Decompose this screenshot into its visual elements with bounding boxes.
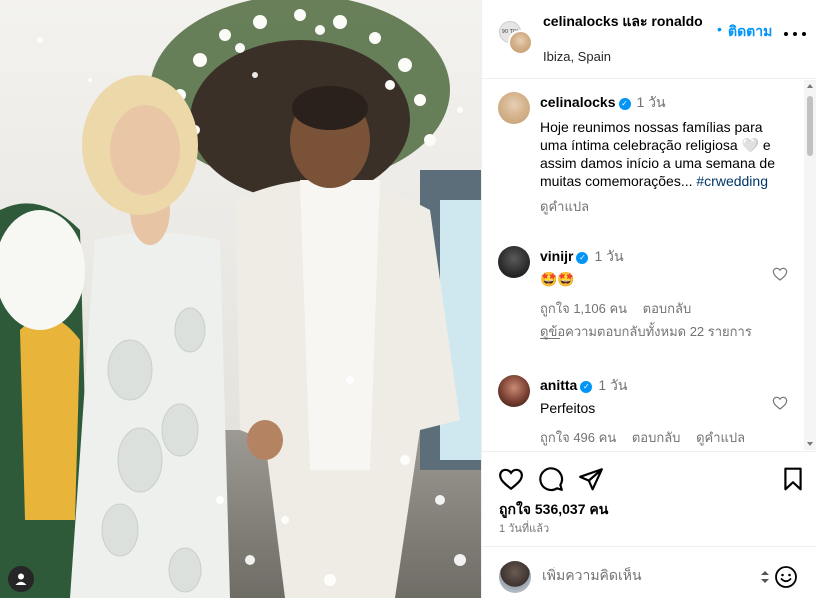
post-photo[interactable] bbox=[0, 0, 481, 598]
heart-icon[interactable] bbox=[498, 466, 524, 492]
comment-item: anitta ✓ 1 วัน Perfeitos ถูกใจ 496 คน ตอบก… bbox=[498, 375, 798, 445]
scrollbar-thumb[interactable] bbox=[807, 96, 813, 156]
comment-time[interactable]: 1 วัน bbox=[637, 94, 666, 110]
translate-link[interactable]: ดูคำแปล bbox=[696, 430, 745, 445]
scroll-down-icon[interactable] bbox=[807, 442, 813, 446]
scroll-up-icon[interactable] bbox=[807, 84, 813, 88]
post-timestamp[interactable]: 1 วันที่แล้ว bbox=[499, 519, 549, 537]
avatar[interactable] bbox=[498, 246, 530, 278]
paper-plane-icon[interactable] bbox=[578, 466, 604, 492]
post-side-panel: 90 TOI celinalocks และ ronaldo Ibiza, Sp… bbox=[481, 0, 816, 598]
user-tag-button[interactable] bbox=[8, 566, 34, 592]
post-header: 90 TOI celinalocks และ ronaldo Ibiza, Sp… bbox=[482, 0, 816, 79]
comment-time[interactable]: 1 วัน bbox=[594, 248, 623, 264]
comment-icon[interactable] bbox=[538, 466, 564, 492]
separator-dot: • bbox=[717, 21, 722, 37]
reply-button[interactable]: ตอบกลับ bbox=[643, 301, 692, 316]
avatar bbox=[508, 30, 533, 55]
avatar[interactable] bbox=[498, 92, 530, 124]
comment-text: 🤩🤩 bbox=[540, 271, 575, 287]
reply-button[interactable]: ตอบกลับ bbox=[632, 430, 681, 445]
post-location[interactable]: Ibiza, Spain bbox=[543, 49, 611, 64]
resize-stepper-icon[interactable] bbox=[760, 569, 770, 585]
post-authors[interactable]: celinalocks และ ronaldo bbox=[543, 12, 723, 30]
comment-list: celinalocks ✓ 1 วัน Hoje reunimos nossas f… bbox=[482, 80, 816, 450]
bookmark-icon[interactable] bbox=[780, 466, 806, 492]
like-comment-heart-icon[interactable] bbox=[772, 395, 788, 411]
comment-input[interactable] bbox=[542, 567, 742, 583]
avatar bbox=[499, 561, 531, 593]
wedding-photo-illustration bbox=[0, 0, 481, 598]
hashtag-link[interactable]: #crwedding bbox=[696, 173, 768, 189]
comment-likes[interactable]: ถูกใจ 496 คน bbox=[540, 430, 616, 445]
comment-username[interactable]: celinalocks bbox=[540, 94, 616, 110]
comment-username[interactable]: vinijr bbox=[540, 248, 573, 264]
add-comment-bar bbox=[482, 546, 816, 598]
likes-count[interactable]: ถูกใจ 536,037 คน bbox=[499, 499, 608, 521]
user-tag-icon bbox=[15, 573, 27, 585]
post-actions: ถูกใจ 536,037 คน 1 วันที่แล้ว bbox=[482, 451, 816, 546]
like-comment-heart-icon[interactable] bbox=[772, 266, 788, 282]
emoji-icon[interactable] bbox=[774, 565, 798, 589]
comment-username[interactable]: anitta bbox=[540, 377, 577, 393]
collab-avatars[interactable]: 90 TOI bbox=[499, 21, 533, 55]
verified-badge-icon: ✓ bbox=[618, 98, 631, 110]
caption-comment: celinalocks ✓ 1 วัน Hoje reunimos nossas f… bbox=[498, 92, 798, 222]
verified-badge-icon: ✓ bbox=[576, 252, 589, 264]
comment-item: vinijr ✓ 1 วัน 🤩🤩 ถูกใจ 1,106 คน ตอบกลับ bbox=[498, 246, 798, 316]
avatar[interactable] bbox=[498, 375, 530, 407]
more-icon[interactable] bbox=[784, 28, 806, 40]
comment-text: Perfeitos bbox=[540, 400, 596, 416]
follow-button[interactable]: ติดตาม bbox=[728, 21, 772, 43]
verified-badge-icon: ✓ bbox=[580, 381, 593, 393]
comment-likes[interactable]: ถูกใจ 1,106 คน bbox=[540, 301, 627, 316]
view-replies-link[interactable]: ดูข้อความตอบกลับทั้งหมด 22 รายการ bbox=[540, 323, 770, 340]
comments-scrollbar[interactable] bbox=[804, 80, 816, 450]
translate-link[interactable]: ดูคำแปล bbox=[540, 199, 589, 214]
comment-time[interactable]: 1 วัน bbox=[598, 377, 627, 393]
